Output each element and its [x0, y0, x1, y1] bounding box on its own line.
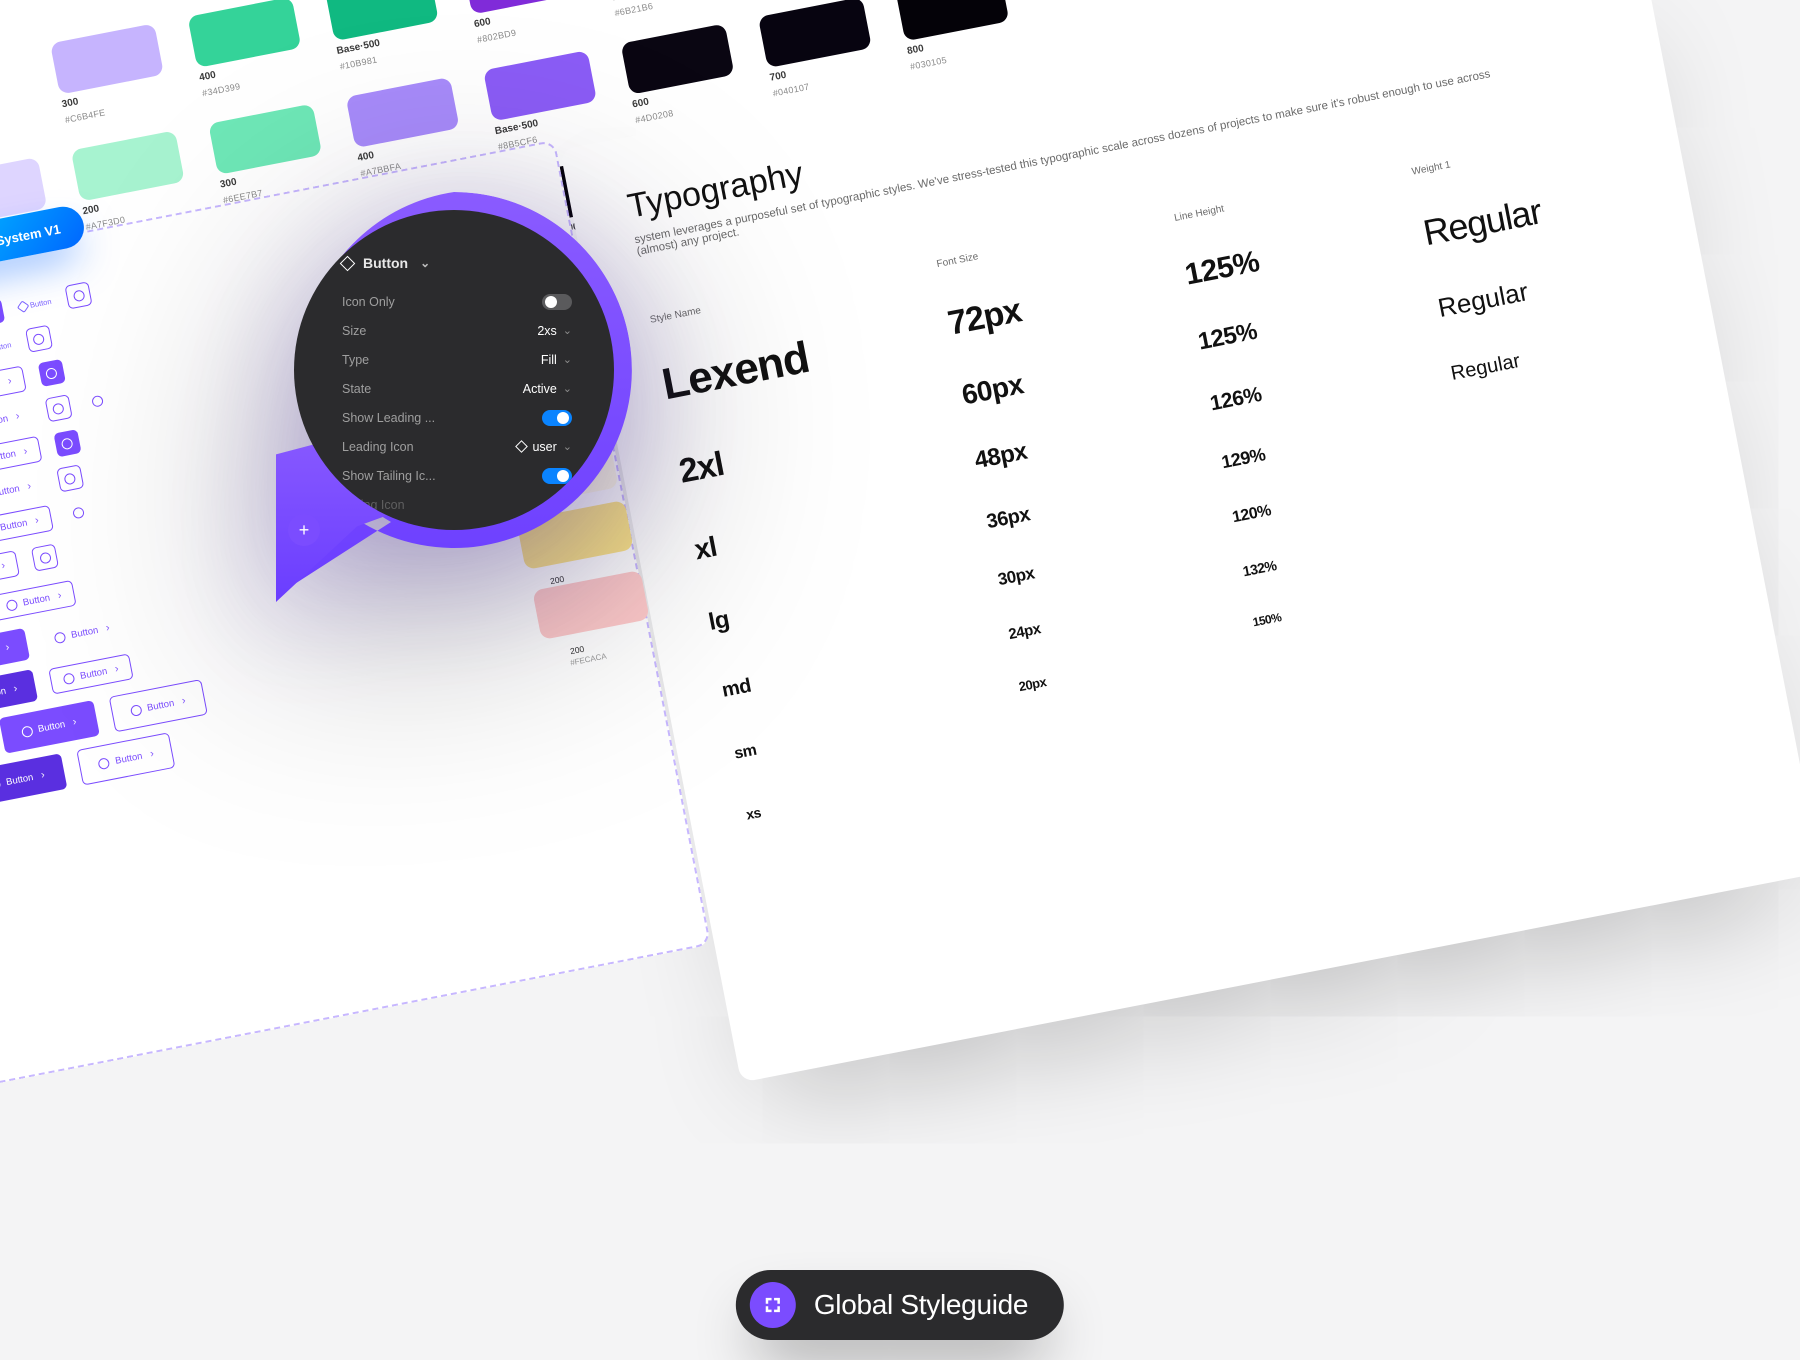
- typo-line-height: 120%: [1231, 502, 1273, 527]
- typography-panel: Typography system leverages a purposeful…: [560, 0, 1800, 1083]
- typo-header-weight: Weight 1: [1411, 125, 1629, 178]
- inspector-title-row[interactable]: Button ⌄: [342, 255, 572, 271]
- button-variant[interactable]: [38, 359, 66, 387]
- global-styleguide-pill[interactable]: Global Styleguide: [736, 1270, 1064, 1340]
- component-inspector: + Button ⌄ Icon Only Size 2xs⌄ Type Fill…: [276, 192, 632, 602]
- typo-weight: Regular: [1449, 350, 1522, 386]
- button-variant[interactable]: [56, 464, 84, 492]
- button-variant[interactable]: Button: [0, 700, 100, 754]
- typo-line-height: 125%: [1182, 245, 1262, 293]
- typo-header-name: Style Name: [649, 265, 906, 325]
- button-variant[interactable]: Button: [0, 753, 68, 807]
- component-tag: Button: [0, 340, 12, 355]
- dropdown-tailing-icon[interactable]: [563, 500, 572, 509]
- typography-table: Style Name Font Size Line Height Weight …: [649, 127, 1717, 823]
- button-variant[interactable]: [65, 281, 93, 309]
- button-variant[interactable]: Button: [0, 505, 54, 546]
- button-variant[interactable]: Button: [0, 402, 33, 441]
- toggle-icon-only[interactable]: [542, 294, 572, 310]
- expand-icon: [750, 1282, 796, 1328]
- color-swatch[interactable]: 600#4D0208: [621, 23, 741, 125]
- inspector-row-type: Type Fill⌄: [342, 345, 572, 374]
- dropdown-state[interactable]: Active⌄: [523, 382, 572, 396]
- bottom-pill-label: Global Styleguide: [814, 1289, 1028, 1321]
- diamond-icon: [516, 440, 529, 453]
- button-variant[interactable]: Button: [48, 653, 134, 694]
- diamond-icon: [561, 498, 574, 511]
- chevron-down-icon: ⌄: [563, 440, 572, 453]
- button-variant[interactable]: Button: [108, 679, 207, 732]
- chevron-down-icon: ⌄: [420, 256, 430, 270]
- button-variant[interactable]: Button: [0, 472, 45, 511]
- typo-font-size: 24px: [1007, 620, 1042, 643]
- typo-font-size: 60px: [959, 368, 1026, 411]
- chevron-down-icon: ⌄: [563, 324, 572, 337]
- add-button[interactable]: +: [288, 514, 320, 546]
- inspector-row-size: Size 2xs⌄: [342, 316, 572, 345]
- color-swatch[interactable]: 600#802BD9: [462, 0, 582, 45]
- typo-font-size: 36px: [985, 503, 1032, 534]
- typo-font-size: 48px: [972, 438, 1029, 476]
- inspector-row-leading-icon: Leading Icon user⌄: [342, 432, 572, 461]
- inspector-row-tailing-icon: Tailing Icon: [342, 490, 572, 519]
- inspector-row-state: State Active⌄: [342, 374, 572, 403]
- button-variant[interactable]: [65, 498, 93, 526]
- typo-style-name: sm: [733, 696, 992, 763]
- typo-style-name: 2xl: [676, 404, 939, 492]
- typo-style-name: xs: [745, 757, 1003, 822]
- button-variant[interactable]: Button: [0, 436, 42, 477]
- color-swatch[interactable]: 700#040107: [758, 0, 878, 98]
- inspector-title: Button: [363, 255, 408, 271]
- button-variant[interactable]: [31, 544, 59, 572]
- dropdown-size[interactable]: 2xs⌄: [537, 324, 572, 338]
- color-swatch[interactable]: 400#34D399: [187, 0, 307, 98]
- chevron-down-icon: ⌄: [563, 353, 572, 366]
- chevron-down-icon: ⌄: [563, 382, 572, 395]
- button-variant[interactable]: [45, 394, 73, 422]
- button-variant[interactable]: [25, 325, 53, 353]
- dropdown-type[interactable]: Fill⌄: [541, 353, 572, 367]
- typo-style-name: xl: [692, 485, 953, 566]
- component-icon: [340, 255, 356, 271]
- button-variant[interactable]: Button: [77, 732, 176, 785]
- typo-font-size: 30px: [996, 563, 1036, 590]
- button-variant[interactable]: Button: [40, 614, 123, 653]
- typo-style-name: lg: [706, 560, 967, 637]
- typo-style-name: md: [720, 631, 980, 703]
- button-variant[interactable]: Button: [0, 366, 27, 407]
- typo-line-height: 150%: [1252, 610, 1283, 629]
- typo-line-height: 125%: [1196, 318, 1260, 357]
- typo-line-height: 126%: [1208, 383, 1263, 416]
- button-variant[interactable]: [84, 387, 112, 415]
- button-variant[interactable]: [0, 298, 5, 326]
- typo-font-name: Lexend: [658, 312, 923, 411]
- typo-font-size: 20px: [1017, 674, 1047, 694]
- component-tag: Button: [17, 296, 52, 311]
- button-variant[interactable]: Button: [0, 580, 77, 621]
- typo-header-lineheight: Line Height: [1173, 173, 1381, 224]
- color-swatch[interactable]: Base·500#8B5CF6: [483, 50, 603, 152]
- toggle-show-tailing[interactable]: [542, 468, 572, 484]
- dropdown-leading-icon[interactable]: user⌄: [517, 440, 572, 454]
- toggle-show-leading[interactable]: [542, 410, 572, 426]
- typo-font-size: 72px: [945, 291, 1025, 343]
- inspector-row-show-tailing: Show Tailing Ic...: [342, 461, 572, 490]
- typo-line-height: 129%: [1220, 444, 1267, 473]
- typo-weight: Regular: [1420, 190, 1545, 254]
- color-swatch[interactable]: 800#030105: [895, 0, 1015, 72]
- typo-header-fontsize: Font Size: [936, 219, 1144, 270]
- typo-weight: Regular: [1435, 276, 1530, 324]
- color-swatch[interactable]: 300#C6B4FE: [50, 23, 170, 125]
- color-swatch[interactable]: 700#6B21B6: [600, 0, 720, 18]
- color-swatch[interactable]: Base·500#10B981: [325, 0, 445, 72]
- inspector-row-icon-only: Icon Only: [342, 287, 572, 316]
- inspector-row-show-leading: Show Leading ...: [342, 403, 572, 432]
- typo-line-height: 132%: [1241, 557, 1277, 579]
- button-variant[interactable]: [53, 429, 81, 457]
- button-variant[interactable]: Button: [0, 550, 20, 591]
